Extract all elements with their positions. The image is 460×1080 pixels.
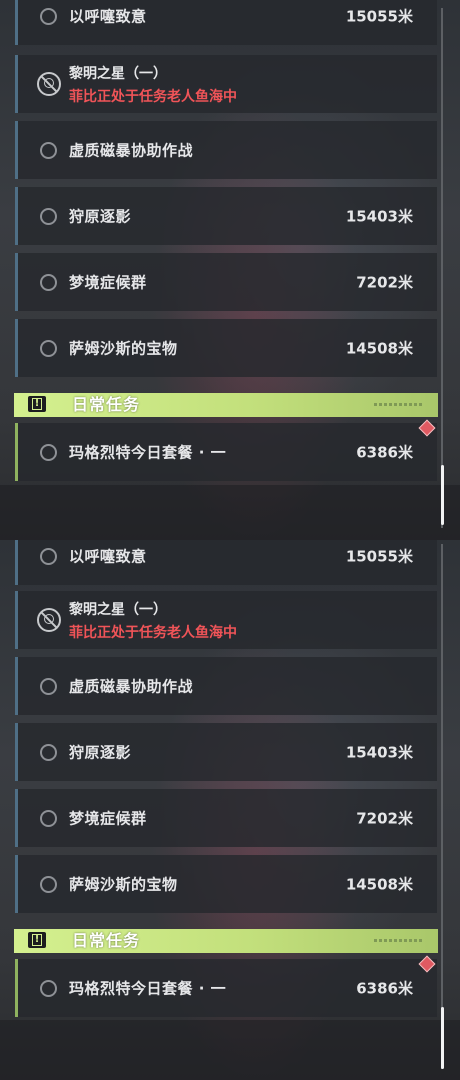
quest-distance: 14508米 [345,875,413,894]
quest-row[interactable]: 狩原逐影 15403米 [15,723,437,781]
quest-row[interactable]: 萨姆沙斯的宝物 14508米 [15,319,437,377]
quest-row[interactable]: 虚质磁暴协助作战 [15,121,437,179]
quest-title: 萨姆沙斯的宝物 [69,875,178,894]
scrollbar-thumb[interactable] [441,1007,444,1069]
quest-distance: 15055米 [345,7,413,26]
background-dim [0,1020,460,1080]
quest-title: 狩原逐影 [69,743,132,762]
quest-distance: 6386米 [356,979,413,998]
quest-row[interactable]: 虚质磁暴协助作战 [15,657,437,715]
quest-status-circle-icon [40,677,57,695]
quest-title: 玛格烈特今日套餐 · 一 [69,979,227,998]
quest-distance: 6386米 [356,443,413,462]
quest-blocked-icon [37,72,61,96]
quest-status-circle-icon [40,339,57,357]
quest-distance: 15055米 [345,547,413,566]
quest-distance: 14508米 [345,339,413,358]
quest-status-circle-icon [40,207,57,225]
section-title: 日常任务 [72,395,141,414]
quest-status-circle-icon [40,141,57,159]
quest-status-circle-icon [40,875,57,893]
quest-row[interactable]: 萨姆沙斯的宝物 14508米 [15,855,437,913]
quest-list-panel-bottom: 以呼噻致意 15055米 黎明之星（一） 菲比正处于任务老人鱼海中 虚质磁暴协助… [0,540,460,1080]
quest-list-panel-top: 以呼噻致意 15055米 黎明之星（一） 菲比正处于任务老人鱼海中 虚质磁暴协助… [0,0,460,540]
quest-distance: 7202米 [356,809,413,828]
quest-status-circle-icon [40,273,57,291]
quest-status-circle-icon [40,743,57,761]
quest-title: 虚质磁暴协助作战 [69,141,194,160]
quest-title: 以呼噻致意 [69,547,147,566]
section-decoration [374,403,424,406]
quest-title: 玛格烈特今日套餐 · 一 [69,443,227,462]
quest-row[interactable]: 梦境症候群 7202米 [15,789,437,847]
quest-distance: 15403米 [345,207,413,226]
section-title: 日常任务 [72,931,141,950]
quest-title: 黎明之星（一） [69,66,167,82]
quest-title: 梦境症候群 [69,273,147,292]
daily-quest-row[interactable]: 玛格烈特今日套餐 · 一 6386米 [15,423,437,481]
quest-status-circle-icon [40,547,57,565]
quest-title: 黎明之星（一） [69,602,167,618]
section-decoration [374,939,424,942]
scrollbar-track[interactable] [441,8,443,528]
quest-status-circle-icon [40,443,57,461]
quest-title: 萨姆沙斯的宝物 [69,339,178,358]
quest-row[interactable]: 狩原逐影 15403米 [15,187,437,245]
quest-row-active[interactable]: 黎明之星（一） 菲比正处于任务老人鱼海中 [15,591,437,649]
background-dim [0,485,460,540]
quest-title: 梦境症候群 [69,809,147,828]
quest-row[interactable]: 梦境症候群 7202米 [15,253,437,311]
scrollbar-track[interactable] [441,544,443,1069]
quest-row-active[interactable]: 黎明之星（一） 菲比正处于任务老人鱼海中 [15,55,437,113]
quest-row[interactable]: 以呼噻致意 15055米 [15,0,437,45]
quest-status-circle-icon [40,7,57,25]
quest-distance: 7202米 [356,273,413,292]
exclamation-icon: ! [28,396,46,412]
quest-row[interactable]: 以呼噻致意 15055米 [15,540,437,585]
quest-title: 狩原逐影 [69,207,132,226]
exclamation-icon: ! [28,932,46,948]
quest-blocked-icon [37,608,61,632]
quest-distance: 15403米 [345,743,413,762]
daily-quest-row[interactable]: 玛格烈特今日套餐 · 一 6386米 [15,959,437,1017]
daily-quest-section-header: ! 日常任务 [14,929,438,953]
scrollbar-thumb[interactable] [441,465,444,525]
daily-quest-section-header: ! 日常任务 [14,393,438,417]
quest-status-circle-icon [40,979,57,997]
quest-title: 以呼噻致意 [69,7,147,26]
quest-status-warning: 菲比正处于任务老人鱼海中 [69,625,237,641]
quest-status-warning: 菲比正处于任务老人鱼海中 [69,89,237,105]
quest-status-circle-icon [40,809,57,827]
quest-title: 虚质磁暴协助作战 [69,677,194,696]
